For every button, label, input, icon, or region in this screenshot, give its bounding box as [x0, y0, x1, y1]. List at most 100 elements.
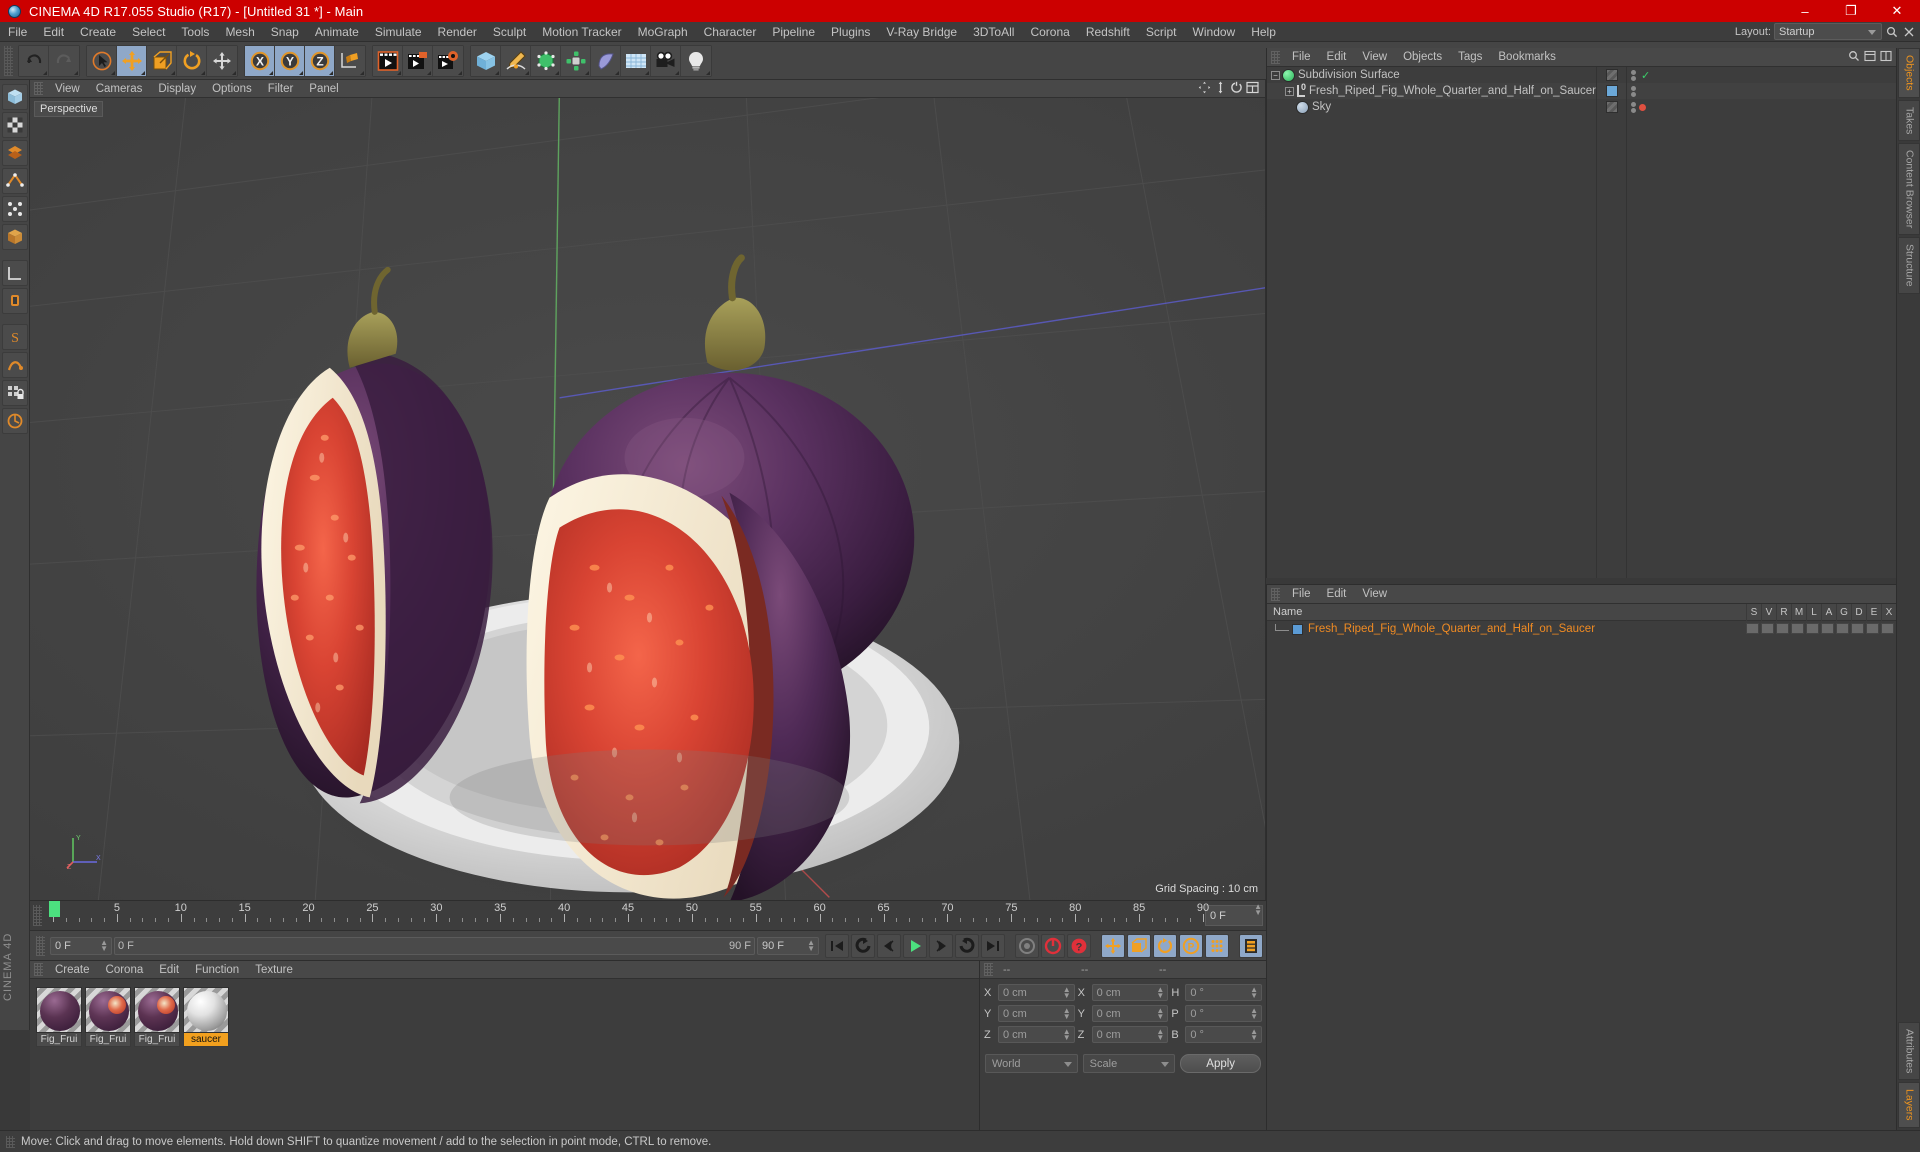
- material-menu-create[interactable]: Create: [47, 961, 98, 979]
- object-row[interactable]: Sky: [1267, 99, 1596, 115]
- transport-keyframe-selection-icon[interactable]: ?: [1067, 933, 1091, 958]
- material-item[interactable]: Fig_Frui: [134, 987, 180, 1047]
- layer-column-L[interactable]: L: [1806, 604, 1821, 621]
- layer-deformers-icon[interactable]: [1851, 623, 1864, 634]
- left-tool-texture-mode-icon[interactable]: [1, 112, 28, 138]
- viewport-menu-options[interactable]: Options: [204, 80, 260, 98]
- menu-pipeline[interactable]: Pipeline: [764, 22, 823, 42]
- vtab-content-browser[interactable]: Content Browser: [1897, 143, 1920, 236]
- hatched-tag-icon[interactable]: [1605, 101, 1618, 113]
- layer-solo-icon[interactable]: [1746, 623, 1759, 634]
- material-name[interactable]: Fig_Frui: [85, 1033, 131, 1047]
- left-tool-viewport-solo-icon[interactable]: [1, 352, 28, 378]
- transport-key-pla-icon[interactable]: [1205, 933, 1229, 958]
- layout-view-icon[interactable]: [1246, 81, 1259, 97]
- material-menu-edit[interactable]: Edit: [151, 961, 187, 979]
- viewport-menu-filter[interactable]: Filter: [260, 80, 302, 98]
- filter-icon[interactable]: [1864, 50, 1876, 65]
- coord-pos-field[interactable]: 0 cm ▲ ▼: [998, 1026, 1075, 1043]
- object-tree[interactable]: − Subdivision Surface +0 Fresh_Riped_Fig_Wh…: [1267, 67, 1597, 578]
- coord-rot-field[interactable]: 0 ° ▲ ▼: [1185, 984, 1263, 1001]
- menu-mograph[interactable]: MoGraph: [630, 22, 696, 42]
- maximize-button[interactable]: ❐: [1828, 0, 1874, 22]
- timeline-current-frame-field[interactable]: 0 F ▲ ▼: [1205, 903, 1263, 926]
- left-tool-deform-toggle-icon[interactable]: [1, 408, 28, 434]
- rotate-view-icon[interactable]: [1230, 81, 1243, 97]
- object-name[interactable]: Fresh_Riped_Fig_Whole_Quarter_and_Half_o…: [1309, 85, 1596, 97]
- timeline-grip[interactable]: [33, 905, 42, 926]
- viewport-menu-display[interactable]: Display: [150, 80, 204, 98]
- toolbar-spline-pen-icon[interactable]: [501, 45, 531, 76]
- layer-render-icon[interactable]: [1776, 623, 1789, 634]
- material-tag-icon[interactable]: [1605, 85, 1618, 97]
- transport-record-active-icon[interactable]: [1015, 933, 1039, 958]
- preview-range-scrollbar[interactable]: 0 F 90 F: [114, 936, 755, 955]
- menu-corona[interactable]: Corona: [1022, 22, 1077, 42]
- coordinates-grip[interactable]: [984, 963, 993, 976]
- toolbar-render-view-icon[interactable]: [373, 45, 403, 76]
- material-name[interactable]: saucer: [183, 1033, 229, 1047]
- left-tool-snap-icon[interactable]: S: [1, 324, 28, 350]
- object-name[interactable]: Subdivision Surface: [1298, 69, 1400, 81]
- close-icon[interactable]: [1902, 25, 1916, 39]
- transport-go-to-start-icon[interactable]: [825, 933, 849, 958]
- menu-v-ray-bridge[interactable]: V-Ray Bridge: [878, 22, 965, 42]
- coord-pos-field[interactable]: 0 cm ▲ ▼: [998, 984, 1075, 1001]
- transport-key-param-icon[interactable]: P: [1179, 933, 1203, 958]
- toolbar-rotate-icon[interactable]: [177, 45, 207, 76]
- layer-column-S[interactable]: S: [1746, 604, 1761, 621]
- toolbar-nurbs-icon[interactable]: [531, 45, 561, 76]
- layer-color-swatch[interactable]: [1292, 623, 1303, 635]
- left-tool-enable-axis-icon[interactable]: [1, 288, 28, 314]
- toolbar-render-settings-icon[interactable]: [433, 45, 463, 76]
- object-menu-file[interactable]: File: [1284, 48, 1319, 66]
- layer-column-E[interactable]: E: [1866, 604, 1881, 621]
- left-tool-lock-axis-icon[interactable]: [1, 380, 28, 406]
- object-manager-grip[interactable]: [1271, 50, 1280, 64]
- layer-menu-view[interactable]: View: [1354, 585, 1395, 603]
- layer-expressions-icon[interactable]: [1866, 623, 1879, 634]
- toolbar-grip[interactable]: [4, 45, 13, 76]
- toolbar-deformer-icon[interactable]: [591, 45, 621, 76]
- search-icon[interactable]: [1885, 25, 1899, 39]
- menu-plugins[interactable]: Plugins: [823, 22, 878, 42]
- layer-xref-icon[interactable]: [1881, 623, 1894, 634]
- hatched-tag-icon[interactable]: [1605, 69, 1618, 81]
- toolbar-axis-x-icon[interactable]: X: [245, 45, 275, 76]
- object-row[interactable]: +0 Fresh_Riped_Fig_Whole_Quarter_and_Half…: [1267, 82, 1596, 99]
- menu-file[interactable]: File: [0, 22, 35, 42]
- material-name[interactable]: Fig_Frui: [134, 1033, 180, 1047]
- visibility-render-dot[interactable]: [1631, 75, 1636, 81]
- layer-name[interactable]: Fresh_Riped_Fig_Whole_Quarter_and_Half_o…: [1308, 623, 1595, 635]
- minimize-button[interactable]: –: [1782, 0, 1828, 22]
- viewport-grip[interactable]: [34, 82, 43, 95]
- toolbar-move-alt-icon[interactable]: [207, 45, 237, 76]
- material-sphere-icon[interactable]: [85, 987, 131, 1033]
- toolbar-light-icon[interactable]: [681, 45, 711, 76]
- material-list[interactable]: Fig_Frui Fig_Frui Fig_Frui saucer: [30, 979, 979, 1055]
- layer-rows[interactable]: Fresh_Riped_Fig_Whole_Quarter_and_Half_o…: [1267, 621, 1896, 637]
- coordinate-system-select[interactable]: World: [985, 1054, 1078, 1073]
- vtab-objects[interactable]: Objects: [1897, 48, 1920, 98]
- menu-character[interactable]: Character: [696, 22, 765, 42]
- toolbar-axis-y-icon[interactable]: Y: [275, 45, 305, 76]
- left-tool-point-mode-icon[interactable]: [1, 196, 28, 222]
- menu-help[interactable]: Help: [1243, 22, 1284, 42]
- layer-menu-edit[interactable]: Edit: [1319, 585, 1355, 603]
- transport-step-back-icon[interactable]: [877, 933, 901, 958]
- object-row[interactable]: − Subdivision Surface: [1267, 67, 1596, 83]
- visibility-editor-dot[interactable]: [1631, 69, 1636, 75]
- layout-select[interactable]: Startup: [1774, 23, 1882, 40]
- menu-snap[interactable]: Snap: [263, 22, 307, 42]
- transport-autokey-icon[interactable]: [1041, 933, 1065, 958]
- toolbar-cube-icon[interactable]: [471, 45, 501, 76]
- vtab-takes[interactable]: Takes: [1897, 99, 1920, 142]
- layer-column-R[interactable]: R: [1776, 604, 1791, 621]
- toolbar-scene-floor-icon[interactable]: [621, 45, 651, 76]
- transport-step-forward-icon[interactable]: [929, 933, 953, 958]
- layer-menu-file[interactable]: File: [1284, 585, 1319, 603]
- viewport-menu-panel[interactable]: Panel: [301, 80, 346, 98]
- toolbar-render-region-icon[interactable]: [403, 45, 433, 76]
- layer-lock-icon[interactable]: [1806, 623, 1819, 634]
- layer-manager-icon[interactable]: [1791, 623, 1804, 634]
